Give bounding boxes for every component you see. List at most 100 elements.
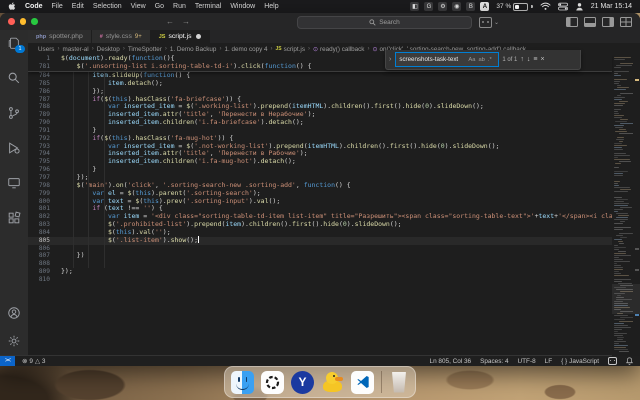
code-line-807[interactable]: 807 }) — [28, 251, 640, 260]
menu-help[interactable]: Help — [264, 3, 278, 10]
menu-selection[interactable]: Selection — [93, 3, 122, 10]
close-window-button[interactable] — [8, 18, 15, 25]
breadcrumb-item[interactable]: JS script.js — [276, 46, 305, 53]
menu-file[interactable]: File — [52, 3, 63, 10]
line-number[interactable]: 794 — [28, 150, 54, 158]
extensions-icon[interactable] — [7, 211, 21, 225]
find-close-button[interactable]: × — [540, 56, 544, 63]
line-number[interactable]: 795 — [28, 158, 54, 166]
wifi-icon[interactable] — [540, 2, 551, 11]
dock-finder-icon[interactable] — [231, 370, 254, 394]
breadcrumb-item[interactable]: TimeSpotter — [128, 46, 162, 53]
dock-vscode-icon[interactable] — [351, 370, 374, 394]
code-line-790[interactable]: 790 inserted_item.children('i.fa-briefca… — [28, 118, 640, 127]
menubar-clock[interactable]: 21 Mar 15:14 — [591, 3, 632, 10]
find-input[interactable] — [399, 56, 466, 63]
minimize-window-button[interactable] — [19, 18, 26, 25]
breadcrumb-item[interactable]: Desktop — [97, 46, 120, 53]
menu-extra-icon-1[interactable]: G — [424, 2, 434, 11]
explorer-icon[interactable]: 1 — [7, 36, 25, 53]
tab-style-css[interactable]: # style.css 9+ — [91, 30, 151, 43]
find-next-button[interactable]: ↓ — [527, 56, 531, 63]
code-line-809[interactable]: 809}); — [28, 267, 640, 276]
menu-go[interactable]: Go — [155, 3, 164, 10]
breadcrumb-item[interactable]: 1. Demo Backup — [170, 46, 217, 53]
line-number[interactable]: 796 — [28, 166, 54, 174]
minimap[interactable] — [612, 55, 640, 356]
toggle-secondary-sidebar-icon[interactable] — [602, 17, 614, 27]
line-number[interactable]: 798 — [28, 182, 54, 190]
line-number[interactable]: 801 — [28, 205, 54, 213]
line-number[interactable]: 797 — [28, 174, 54, 182]
remote-explorer-icon[interactable] — [7, 176, 21, 190]
line-number[interactable]: 781 — [28, 63, 54, 71]
line-number[interactable]: 806 — [28, 245, 54, 253]
breadcrumb-item[interactable]: master-al — [62, 46, 88, 53]
run-debug-icon[interactable] — [7, 141, 21, 155]
code-line-796[interactable]: 796 } — [28, 165, 640, 174]
menu-terminal[interactable]: Terminal — [195, 3, 221, 10]
cursor-position[interactable]: Ln 805, Col 36 — [430, 358, 472, 365]
breadcrumb-item[interactable]: 1. demo copy 4 — [224, 46, 267, 53]
history-forward-button[interactable]: → — [182, 17, 190, 26]
find-in-selection-icon[interactable]: ≡ — [533, 56, 537, 63]
copilot-menu-button[interactable]: ⌄ — [479, 17, 499, 28]
breadcrumb-item[interactable]: ⊙ ready() callback — [313, 46, 364, 53]
line-number[interactable]: 808 — [28, 260, 54, 268]
find-previous-button[interactable]: ↑ — [520, 56, 524, 63]
code-line-810[interactable]: 810 — [28, 276, 640, 284]
toggle-sidebar-icon[interactable] — [566, 17, 578, 27]
problems-indicator[interactable]: ⊗ 9 △ 3 — [22, 357, 45, 366]
modified-dot-icon[interactable] — [196, 34, 202, 39]
notifications-bell-icon[interactable] — [626, 357, 633, 365]
code-line-805[interactable]: 805 $('.list-item').show(); — [28, 236, 640, 245]
line-number[interactable]: 786 — [28, 88, 54, 96]
settings-gear-icon[interactable] — [7, 334, 21, 348]
line-number[interactable]: 802 — [28, 213, 54, 221]
line-number[interactable]: 800 — [28, 198, 54, 206]
menu-extra-icon-0[interactable]: ◧ — [410, 2, 420, 11]
line-number[interactable]: 807 — [28, 252, 54, 260]
zoom-window-button[interactable] — [31, 18, 38, 25]
titlebar[interactable]: ← → Search ⌄ — [0, 13, 640, 30]
line-number[interactable]: 1 — [28, 55, 54, 63]
source-control-icon[interactable] — [7, 106, 21, 120]
code-editor[interactable]: 784 item.slideUp(function() {785 item.de… — [28, 55, 640, 356]
history-back-button[interactable]: ← — [166, 17, 174, 26]
line-number[interactable]: 789 — [28, 111, 54, 119]
menu-run[interactable]: Run — [173, 3, 186, 10]
tab-script-js[interactable]: JS script.js — [150, 30, 211, 43]
menu-extra-icon-5[interactable]: A — [480, 2, 490, 11]
battery-indicator[interactable]: 37 % — [496, 2, 533, 11]
account-icon[interactable] — [7, 306, 21, 320]
match-case-icon[interactable]: Aa — [468, 57, 475, 63]
dock-cyberduck-icon[interactable] — [321, 371, 344, 394]
user-switch-icon[interactable] — [575, 2, 584, 11]
line-number[interactable]: 784 — [28, 72, 54, 80]
menu-code[interactable]: Code — [25, 3, 43, 10]
search-view-icon[interactable] — [7, 71, 21, 85]
menu-extra-icon-2[interactable]: ⚙ — [438, 2, 448, 11]
line-number[interactable]: 785 — [28, 80, 54, 88]
code-line-785[interactable]: 785 item.detach(); — [28, 79, 640, 88]
dock-yandex-icon[interactable]: Y — [291, 370, 314, 394]
code-line-806[interactable]: 806 — [28, 245, 640, 253]
line-number[interactable]: 791 — [28, 127, 54, 135]
apple-logo-icon[interactable] — [8, 2, 16, 11]
encoding-indicator[interactable]: UTF-8 — [518, 358, 536, 365]
dock-trash-icon[interactable] — [389, 371, 409, 393]
line-number[interactable]: 790 — [28, 119, 54, 127]
toggle-panel-icon[interactable] — [584, 17, 596, 27]
remote-indicator[interactable]: >< — [0, 356, 16, 366]
whole-word-icon[interactable]: ab — [478, 57, 484, 63]
control-center-icon[interactable] — [557, 2, 568, 11]
line-number[interactable]: 810 — [28, 276, 54, 284]
menu-extra-icon-4[interactable]: B — [466, 2, 476, 11]
regex-icon[interactable]: .* — [488, 57, 492, 63]
eol-indicator[interactable]: LF — [545, 358, 552, 365]
line-number[interactable]: 793 — [28, 143, 54, 151]
find-collapse-icon[interactable]: › — [389, 56, 391, 63]
line-number[interactable]: 804 — [28, 229, 54, 237]
code-line-795[interactable]: 795 inserted_item.children('i.fa-mug-hot… — [28, 157, 640, 166]
code-line-808[interactable]: 808 — [28, 260, 640, 268]
